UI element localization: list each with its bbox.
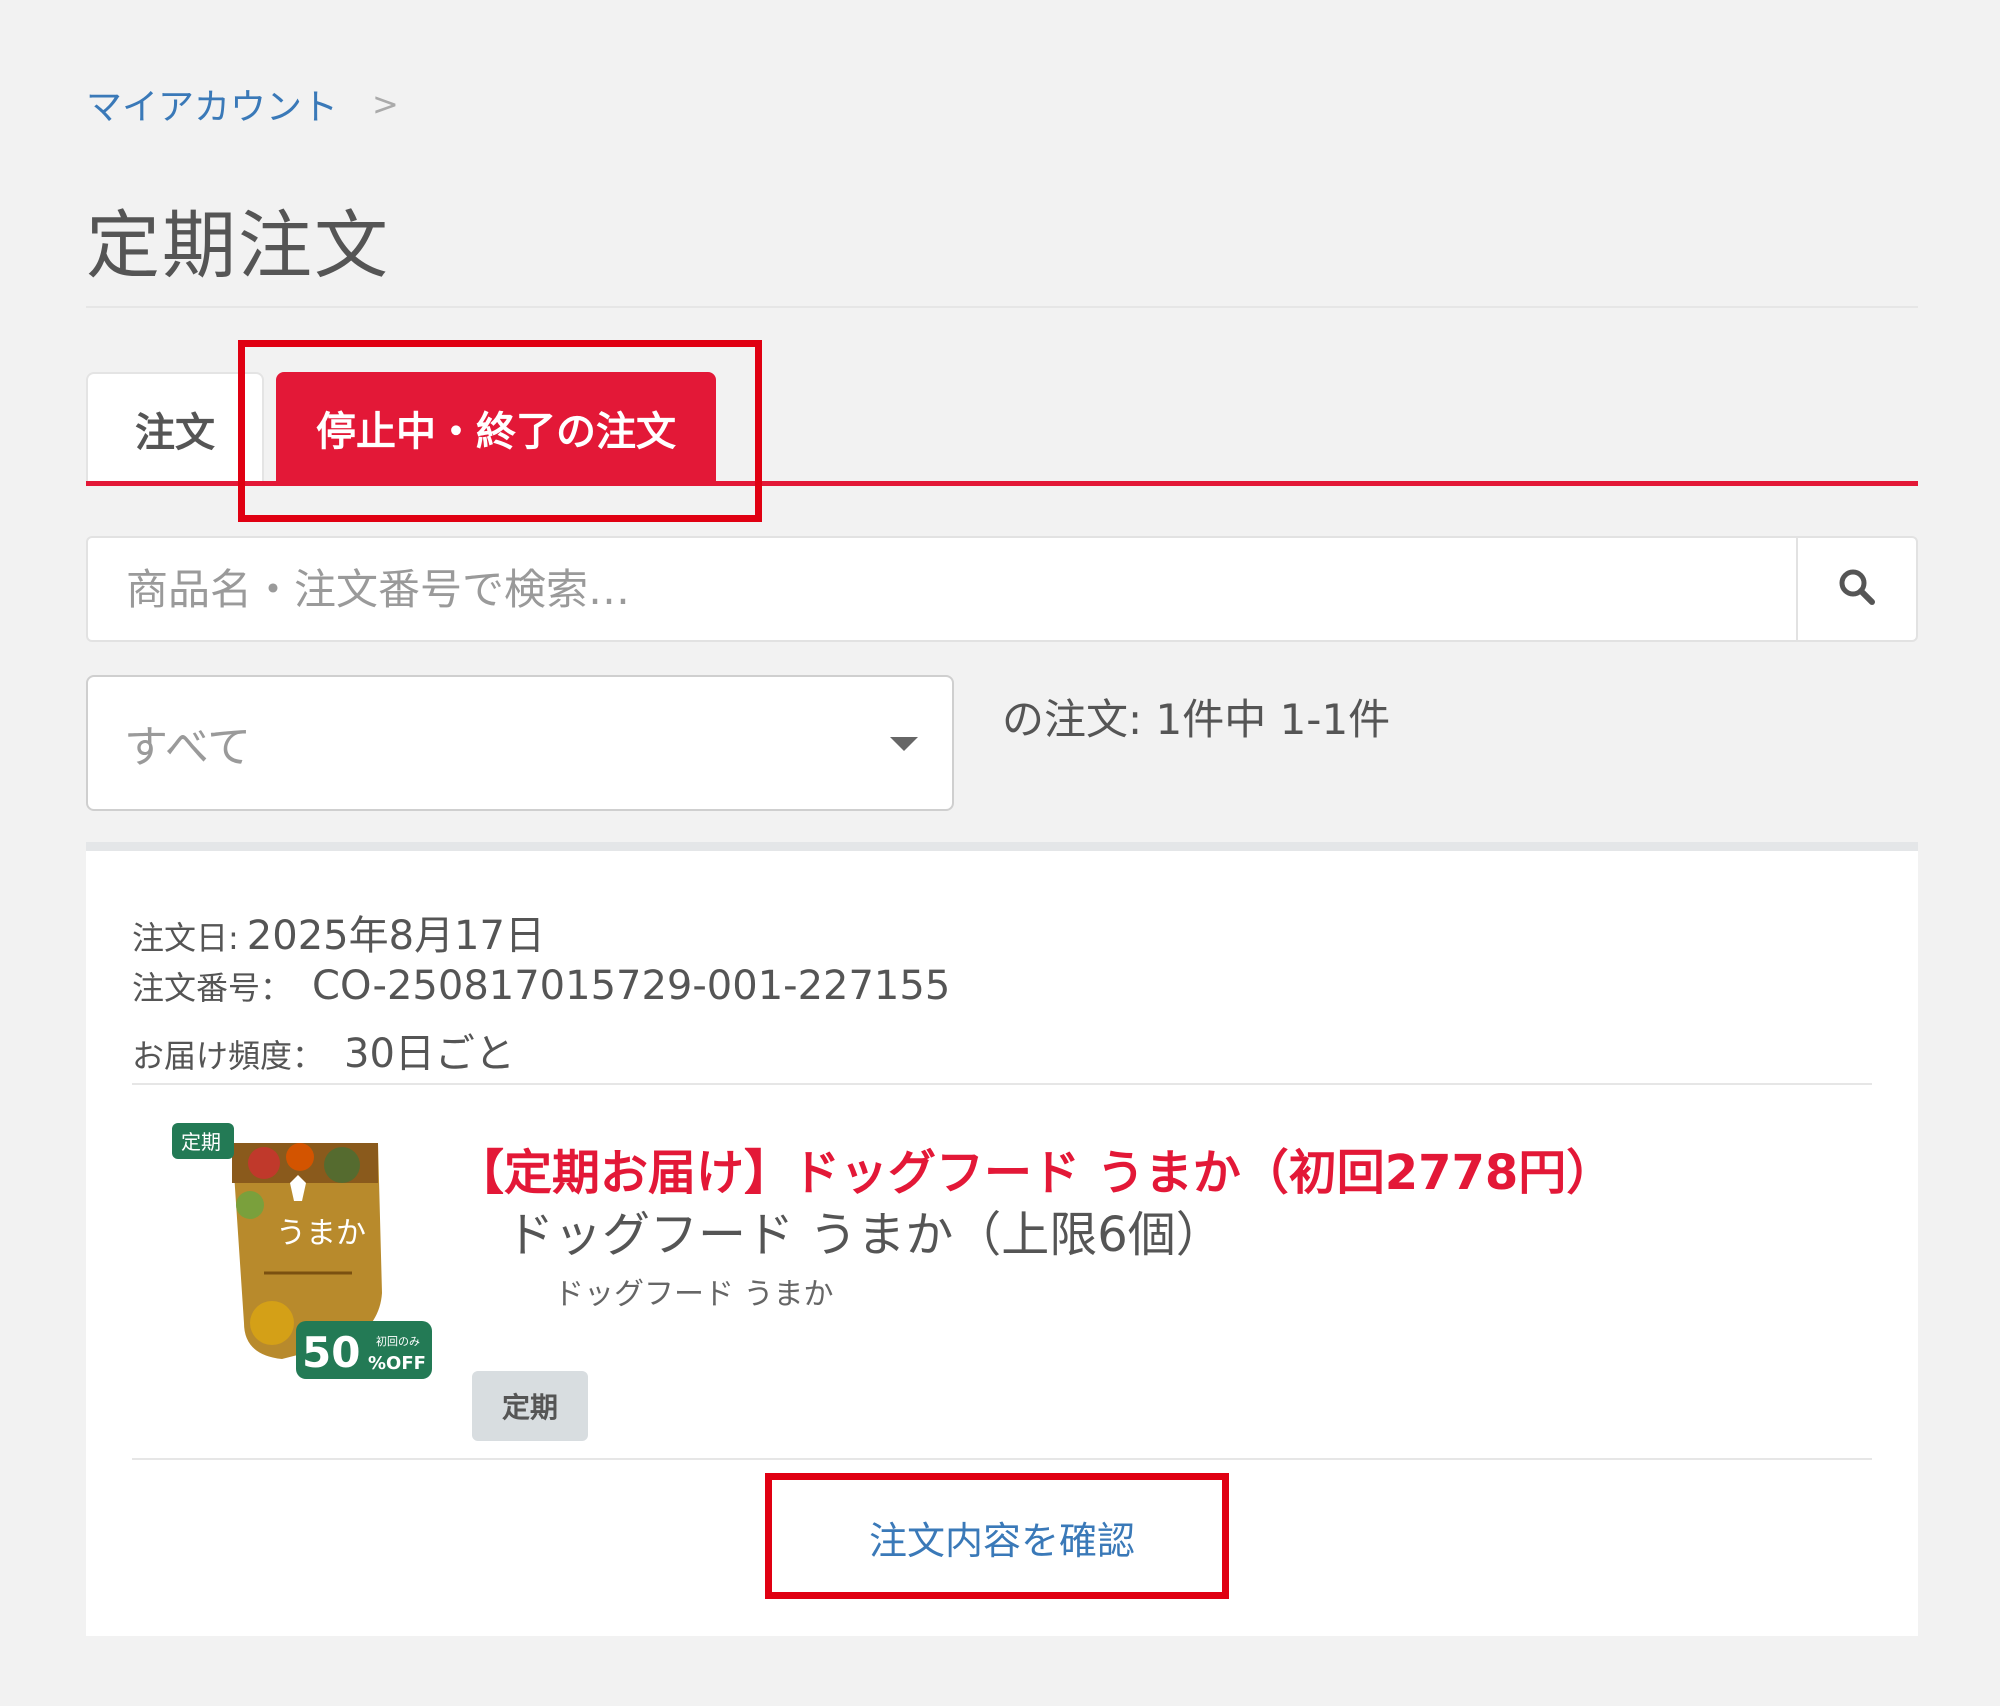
- svg-text:初回のみ: 初回のみ: [376, 1334, 420, 1348]
- card-divider-top: [132, 1083, 1872, 1085]
- order-date-value: 2025年8月17日: [246, 913, 545, 959]
- card-divider-bottom: [132, 1458, 1872, 1460]
- title-divider: [86, 306, 1918, 308]
- search-button[interactable]: [1796, 538, 1916, 640]
- search-input[interactable]: [88, 538, 1796, 640]
- tab-underline: [86, 481, 1918, 486]
- view-order-details-button[interactable]: 注文内容を確認: [792, 1487, 1212, 1587]
- breadcrumb: マイアカウント >: [86, 78, 399, 130]
- status-filter-select[interactable]: すべて: [86, 675, 954, 811]
- svg-text:うまか: うまか: [276, 1216, 366, 1251]
- product-variant-sub: ドッグフード うまか: [554, 1277, 834, 1312]
- tab-orders[interactable]: 注文: [86, 372, 264, 484]
- order-number-label: 注文番号：: [132, 969, 293, 1007]
- delivery-frequency: お届け頻度： 30日ごと: [132, 1021, 515, 1079]
- order-card: 注文日: 2025年8月17日 注文番号： CO-250817015729-00…: [86, 842, 1918, 1636]
- filter-selected-value: すべて: [124, 722, 252, 773]
- order-date-label: 注文日:: [132, 919, 239, 957]
- breadcrumb-separator: >: [372, 85, 399, 123]
- product-name[interactable]: 【定期お届け】ドッグフード うまか（初回2778円）: [456, 1133, 1614, 1203]
- tab-stopped-ended-orders[interactable]: 停止中・終了の注文: [276, 372, 716, 484]
- delivery-frequency-value: 30日ごと: [344, 1031, 515, 1077]
- search-icon: [1837, 567, 1877, 611]
- result-count: の注文: 1件中 1-1件: [1002, 695, 1391, 744]
- order-number: 注文番号： CO-250817015729-001-227155: [132, 963, 950, 1009]
- delivery-frequency-label: お届け頻度：: [132, 1037, 325, 1075]
- svg-text:%OFF: %OFF: [368, 1353, 426, 1374]
- breadcrumb-my-account-link[interactable]: マイアカウント: [86, 78, 338, 130]
- chevron-down-icon: [890, 737, 918, 751]
- page-title: 定期注文: [86, 203, 390, 289]
- page: マイアカウント > 定期注文 注文 停止中・終了の注文 すべて の注文: 1件中…: [0, 0, 2000, 1706]
- subscription-badge: 定期: [472, 1371, 588, 1441]
- tab-bar: 注文 停止中・終了の注文: [86, 372, 1918, 484]
- svg-text:50: 50: [302, 1328, 360, 1377]
- product-image: うまか 定期 50 %OFF 初回のみ: [172, 1123, 434, 1383]
- svg-text:定期: 定期: [181, 1130, 221, 1154]
- product-variant: ドッグフード うまか（上限6個）: [506, 1207, 1224, 1263]
- order-date: 注文日: 2025年8月17日: [132, 903, 545, 961]
- order-number-value: CO-250817015729-001-227155: [312, 963, 951, 1009]
- search-bar: [86, 536, 1918, 642]
